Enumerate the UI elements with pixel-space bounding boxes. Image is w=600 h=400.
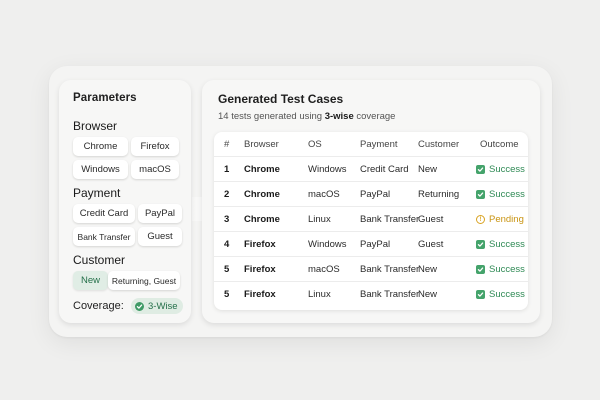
- check-square-icon: [476, 290, 485, 299]
- cell-customer: New: [418, 289, 438, 300]
- outcome-text: Success: [489, 264, 525, 275]
- cell-outcome: Success: [476, 232, 525, 257]
- coverage-badge[interactable]: 3-Wise: [131, 298, 183, 314]
- cell-browser: Firefox: [244, 264, 276, 275]
- table-row[interactable]: 4 Firefox Windows PayPal Guest Success: [214, 232, 528, 257]
- check-square-icon: [476, 240, 485, 249]
- chip-customer-new[interactable]: New: [73, 271, 108, 290]
- cell-browser: Chrome: [244, 164, 280, 175]
- outcome-text: Success: [489, 239, 525, 250]
- cell-outcome: ! Pending: [476, 207, 524, 232]
- cell-customer: New: [418, 164, 438, 175]
- payment-section-label: Payment: [73, 186, 121, 200]
- cell-os: Linux: [308, 214, 331, 225]
- cell-num: 5: [224, 289, 230, 300]
- cell-browser: Firefox: [244, 239, 276, 250]
- cell-customer: Returning: [418, 189, 460, 200]
- table-header: # Browser OS Payment Customer Outcome: [214, 132, 528, 157]
- cell-num: 3: [224, 214, 230, 225]
- chip-browser-firefox[interactable]: Firefox: [131, 137, 179, 156]
- test-cases-title: Generated Test Cases: [218, 92, 344, 106]
- cell-outcome: Success: [476, 182, 525, 207]
- cell-os: Windows: [308, 164, 347, 175]
- header-num: #: [224, 139, 230, 150]
- customer-section-label: Customer: [73, 253, 126, 267]
- exclamation-circle-icon: !: [476, 215, 485, 224]
- outcome-text: Success: [489, 189, 525, 200]
- test-cases-panel: Generated Test Cases 14 tests generated …: [202, 80, 540, 323]
- outcome-text: Pending: [489, 214, 524, 225]
- cell-os: macOS: [308, 189, 340, 200]
- table-row[interactable]: 5 Firefox Linux Bank Transfer New Success: [214, 282, 528, 307]
- cell-payment: Bank Transfer: [360, 289, 420, 300]
- cell-os: Windows: [308, 239, 347, 250]
- header-customer: Customer: [418, 139, 460, 150]
- chip-payment-bank-transfer[interactable]: Bank Transfer: [73, 227, 135, 246]
- parameters-title: Parameters: [73, 92, 137, 104]
- cell-payment: Bank Transfer: [360, 214, 420, 225]
- check-circle-icon: [135, 301, 144, 311]
- test-cases-table: # Browser OS Payment Customer Outcome 1 C…: [214, 132, 528, 310]
- outcome-text: Success: [489, 164, 525, 175]
- cell-customer: New: [418, 264, 438, 275]
- cell-customer: Guest: [418, 214, 444, 225]
- cell-payment: PayPal: [360, 239, 391, 250]
- chip-os-windows[interactable]: Windows: [73, 160, 128, 179]
- cell-num: 2: [224, 189, 230, 200]
- table-row[interactable]: 2 Chrome macOS PayPal Returning Success: [214, 182, 528, 207]
- header-outcome: Outcome: [480, 139, 519, 150]
- cell-os: Linux: [308, 289, 331, 300]
- header-browser: Browser: [244, 139, 279, 150]
- cell-outcome: Success: [476, 157, 525, 182]
- cell-payment: Credit Card: [360, 164, 409, 175]
- test-cases-subtitle: 14 tests generated using 3-wise coverage: [218, 111, 396, 122]
- chip-payment-credit-card[interactable]: Credit Card: [73, 204, 135, 223]
- check-square-icon: [476, 265, 485, 274]
- cell-num: 5: [224, 264, 230, 275]
- parameters-panel: Parameters Browser Chrome Firefox Window…: [59, 80, 191, 323]
- cell-outcome: Success: [476, 257, 525, 282]
- cell-browser: Chrome: [244, 214, 280, 225]
- chip-payment-guest[interactable]: Guest: [138, 227, 182, 246]
- browser-section-label: Browser: [73, 119, 118, 133]
- cell-browser: Chrome: [244, 189, 280, 200]
- table-row[interactable]: 1 Chrome Windows Credit Card New Success: [214, 157, 528, 182]
- table-row[interactable]: 5 Firefox macOS Bank Transfer New Success: [214, 257, 528, 282]
- chip-os-macos[interactable]: macOS: [131, 160, 179, 179]
- coverage-value: 3-Wise: [148, 300, 178, 312]
- cell-customer: Guest: [418, 239, 444, 250]
- cell-num: 1: [224, 164, 230, 175]
- cell-num: 4: [224, 239, 230, 250]
- outcome-text: Success: [489, 289, 525, 300]
- check-square-icon: [476, 165, 485, 174]
- cell-outcome: Success: [476, 282, 525, 307]
- header-payment: Payment: [360, 139, 398, 150]
- chip-customer-returning-guest[interactable]: Returning, Guest: [108, 271, 180, 290]
- cell-browser: Firefox: [244, 289, 276, 300]
- table-row[interactable]: 3 Chrome Linux Bank Transfer Guest! Pending: [214, 207, 528, 232]
- header-os: OS: [308, 139, 322, 150]
- chip-browser-chrome[interactable]: Chrome: [73, 137, 128, 156]
- cell-os: macOS: [308, 264, 340, 275]
- check-square-icon: [476, 190, 485, 199]
- cell-payment: PayPal: [360, 189, 391, 200]
- coverage-label: Coverage:: [73, 300, 124, 312]
- cell-payment: Bank Transfer: [360, 264, 420, 275]
- chip-payment-paypal[interactable]: PayPal: [138, 204, 182, 223]
